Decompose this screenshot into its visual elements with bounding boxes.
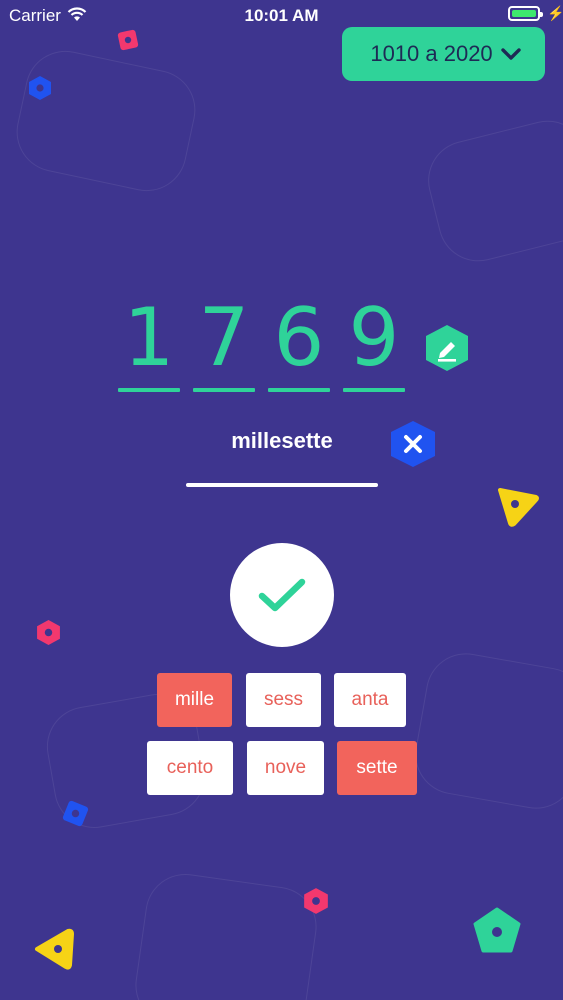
- digit-value: 9: [348, 291, 400, 384]
- digit-slot[interactable]: 1: [118, 298, 180, 392]
- digit-slot[interactable]: 7: [193, 298, 255, 392]
- word-tile-label: sess: [263, 689, 304, 710]
- decorative-yellow-triangle-icon: [35, 928, 74, 970]
- decorative-pink-hexagon-icon: [304, 888, 328, 914]
- word-tile-label: sette: [356, 757, 398, 778]
- checkmark-icon: [258, 578, 306, 612]
- decorative-pink-square-icon: [117, 29, 139, 51]
- app-screen: Carrier 10:01 AM ⚡ 1010 a 2020 1 7 6 9 m…: [0, 0, 563, 1000]
- digit-underline: [118, 388, 180, 392]
- background-outline-shape: [130, 868, 322, 1000]
- background-outline-shape: [408, 647, 563, 815]
- background-outline-shape: [9, 43, 203, 199]
- word-tile-sette[interactable]: sette: [337, 741, 417, 795]
- digit-slot[interactable]: 6: [268, 298, 330, 392]
- charging-icon: ⚡: [547, 5, 563, 21]
- word-tile-sess[interactable]: sess: [246, 673, 321, 727]
- range-dropdown-button[interactable]: 1010 a 2020: [342, 27, 545, 81]
- word-tile-label: cento: [166, 757, 214, 778]
- digit-underline: [193, 388, 255, 392]
- digit-underline: [343, 388, 405, 392]
- decorative-blue-hexagon-icon: [29, 76, 51, 100]
- word-tile-cento[interactable]: cento: [147, 741, 233, 795]
- check-answer-button[interactable]: [230, 543, 334, 647]
- battery-icon: [508, 6, 543, 21]
- digit-underline: [268, 388, 330, 392]
- decorative-green-pentagon-icon: [473, 907, 521, 953]
- word-tile-nove[interactable]: nove: [247, 741, 324, 795]
- word-tile-label: nove: [264, 757, 307, 778]
- range-dropdown-label: 1010 a 2020: [370, 41, 493, 66]
- digit-value: 1: [123, 291, 175, 384]
- answer-underline: [186, 483, 378, 487]
- background-outline-shape: [419, 112, 563, 270]
- pencil-icon[interactable]: [424, 323, 470, 373]
- digit-slot[interactable]: 9: [343, 298, 405, 392]
- answer-text: millesette: [231, 428, 333, 453]
- status-bar: Carrier 10:01 AM ⚡: [0, 0, 563, 30]
- word-tile-anta[interactable]: anta: [334, 673, 406, 727]
- digit-value: 6: [273, 291, 325, 384]
- decorative-pink-hexagon-icon: [37, 620, 60, 645]
- word-tile-label: anta: [351, 689, 389, 710]
- status-time: 10:01 AM: [244, 6, 319, 25]
- decorative-yellow-triangle-icon: [498, 488, 539, 527]
- decorative-blue-square-icon: [62, 800, 89, 827]
- digit-value: 7: [198, 291, 250, 384]
- word-tile-mille[interactable]: mille: [157, 673, 232, 727]
- close-icon[interactable]: [389, 419, 437, 469]
- word-tile-label: mille: [174, 689, 215, 710]
- chevron-down-icon: [500, 48, 521, 60]
